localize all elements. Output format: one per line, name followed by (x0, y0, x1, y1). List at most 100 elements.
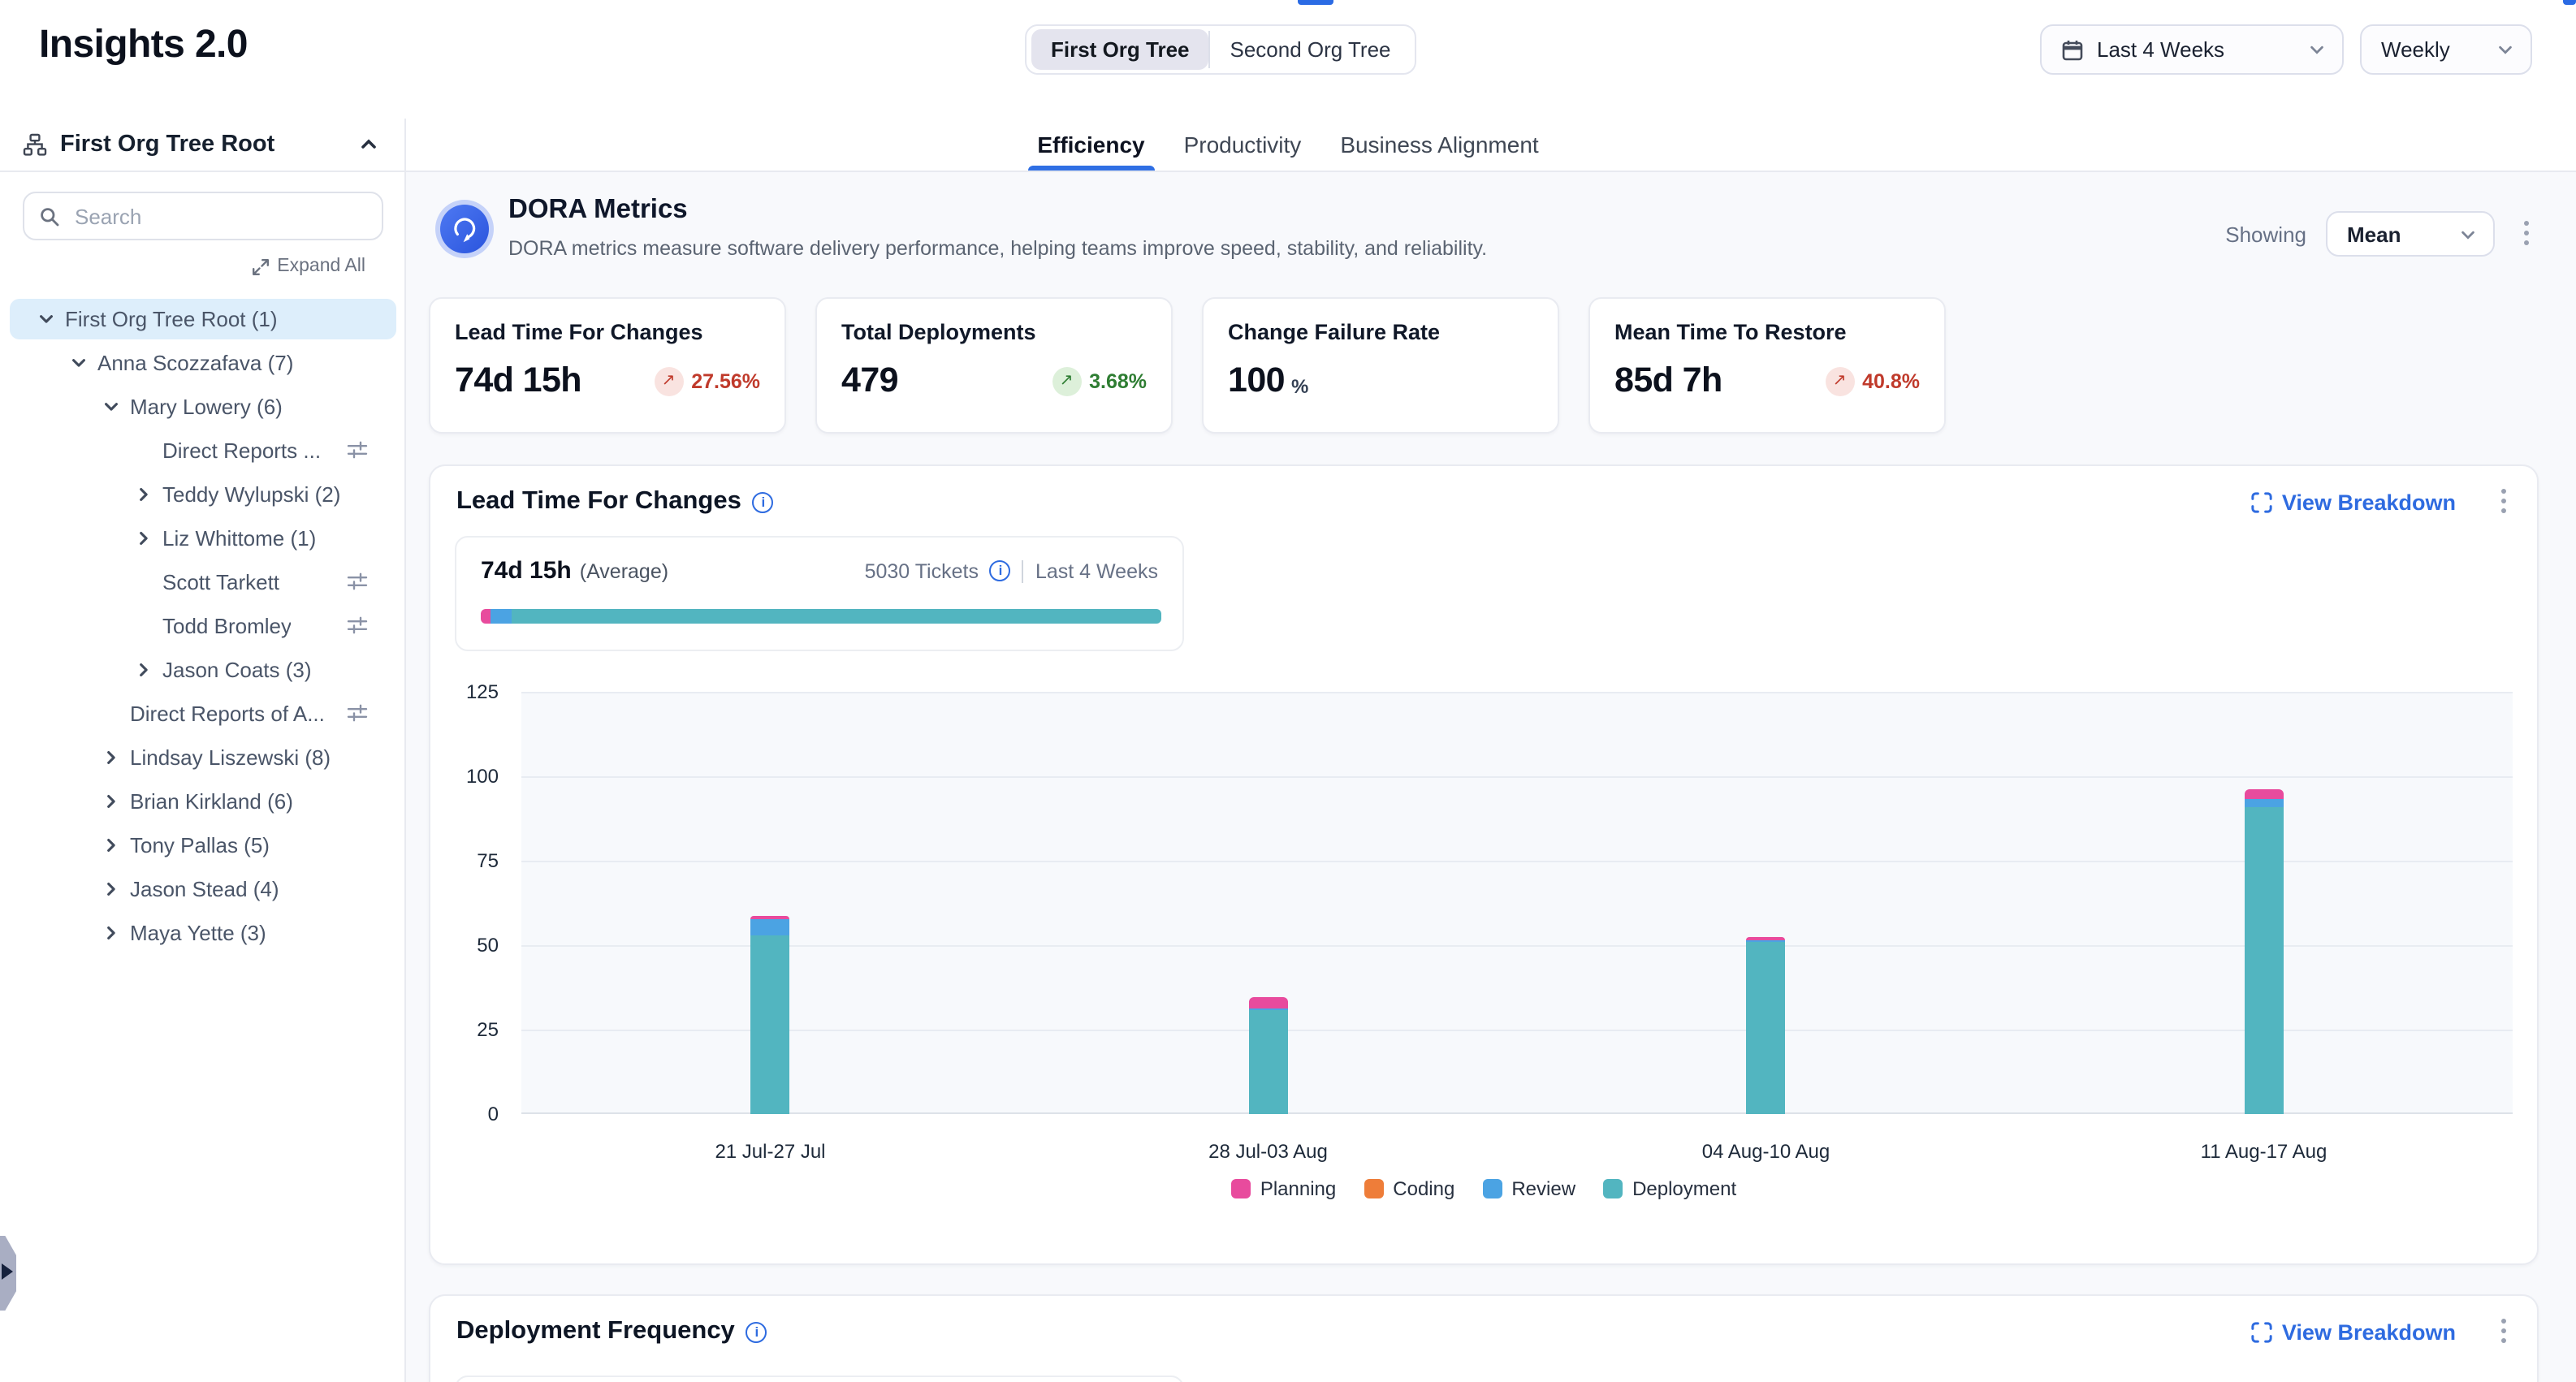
deployment-frequency-panel: Deployment Frequency View Breakdown (429, 1294, 2539, 1382)
info-icon[interactable] (753, 491, 774, 512)
chevron-down-icon[interactable] (101, 397, 120, 417)
tab-efficiency[interactable]: Efficiency (1018, 119, 1164, 171)
deployment-frequency-overflow-menu-icon[interactable] (2492, 1315, 2514, 1348)
tree-item-lindsay-liszewski-8[interactable]: Lindsay Liszewski (8) (0, 736, 406, 780)
tree-item-jason-coats-3[interactable]: Jason Coats (3) (0, 648, 406, 692)
metric-delta-value: 27.56% (691, 369, 760, 392)
dora-section-subtitle: DORA metrics measure software delivery p… (508, 237, 1487, 260)
legend-item-coding: Coding (1364, 1177, 1454, 1200)
chevron-right-icon[interactable] (133, 529, 153, 548)
aggregation-value: Mean (2347, 222, 2459, 246)
legend-label: Deployment (1632, 1177, 1736, 1200)
search-input[interactable] (71, 202, 367, 230)
aggregation-select[interactable]: Mean (2326, 211, 2495, 257)
distribution-segment-review (491, 609, 512, 624)
tickets-count: 5030 Tickets (865, 559, 979, 582)
phase-distribution-bar (481, 609, 1161, 624)
legend-label: Planning (1260, 1177, 1336, 1200)
org-tree-tab-first-org-tree[interactable]: First Org Tree (1031, 29, 1209, 70)
date-range-select[interactable]: Last 4 Weeks (2040, 24, 2344, 75)
tree-item-teddy-wylupski-2[interactable]: Teddy Wylupski (2) (0, 473, 406, 516)
tab-productivity[interactable]: Productivity (1165, 119, 1321, 171)
chevron-down-icon (2496, 41, 2514, 58)
chevron-right-icon[interactable] (133, 485, 153, 504)
filter-settings-icon[interactable] (346, 702, 369, 724)
granularity-value: Weekly (2381, 37, 2496, 62)
chevron-down-icon[interactable] (68, 353, 88, 373)
chevron-down-icon[interactable] (36, 309, 55, 329)
info-icon[interactable] (990, 560, 1011, 581)
chevron-placeholder (101, 704, 120, 723)
lead-time-view-breakdown-button[interactable]: View Breakdown (2241, 488, 2466, 516)
tree-item-direct-reports[interactable]: Direct Reports ... (0, 429, 406, 473)
page-title: Insights 2.0 (39, 23, 248, 68)
tree-item-brian-kirkland-6[interactable]: Brian Kirkland (6) (0, 780, 406, 823)
top-accent-fragment (2563, 0, 2576, 5)
sidebar-root-label: First Org Tree Root (60, 132, 343, 158)
deployment-frequency-view-breakdown-button[interactable]: View Breakdown (2241, 1318, 2466, 1345)
chevron-right-icon[interactable] (101, 748, 120, 767)
lead-time-summary-card: 74d 15h (Average) 5030 Tickets Last 4 We… (455, 536, 1184, 651)
tree-item-label: Direct Reports of A... (130, 702, 325, 726)
chevron-placeholder (133, 441, 153, 460)
gridline (521, 775, 2513, 777)
metric-card-lead-time-for-changes: Lead Time For Changes74d 15h↗27.56% (429, 297, 786, 434)
chevron-down-icon (2459, 225, 2477, 243)
org-tree-tab-second-org-tree[interactable]: Second Org Tree (1211, 29, 1411, 70)
tree-item-scott-tarkett[interactable]: Scott Tarkett (0, 560, 406, 604)
x-axis-tick-label: 21 Jul-27 Jul (657, 1140, 884, 1163)
info-icon[interactable] (746, 1321, 767, 1342)
expand-all-label: Expand All (277, 257, 365, 276)
tree-item-label: Teddy Wylupski (2) (162, 482, 340, 507)
metric-card-title: Lead Time For Changes (455, 320, 760, 344)
chevron-right-icon[interactable] (101, 879, 120, 899)
expand-all-button[interactable]: Expand All (241, 255, 375, 278)
tree-item-direct-reports-of-a[interactable]: Direct Reports of A... (0, 692, 406, 736)
y-axis-tick-label: 25 (430, 1018, 499, 1041)
chevron-right-icon[interactable] (101, 792, 120, 811)
tree-item-label: Jason Coats (3) (162, 658, 312, 682)
filter-settings-icon[interactable] (346, 438, 369, 461)
tree-item-jason-stead-4[interactable]: Jason Stead (4) (0, 867, 406, 911)
bar-segment-review (751, 920, 790, 935)
tree-item-mary-lowery-6[interactable]: Mary Lowery (6) (0, 385, 406, 429)
filter-settings-icon[interactable] (346, 614, 369, 637)
bar-segment-review (2245, 798, 2284, 806)
y-axis-tick-label: 50 (430, 934, 499, 957)
granularity-select[interactable]: Weekly (2360, 24, 2532, 75)
stacked-bar-28-jul-03-aug[interactable] (1249, 998, 1288, 1114)
legend-swatch (1482, 1179, 1502, 1198)
date-range-value: Last 4 Weeks (2097, 37, 2308, 62)
sidebar-collapse-button[interactable] (356, 132, 382, 158)
metric-delta-badge: ↗3.68% (1052, 366, 1147, 395)
tree-item-label: Scott Tarkett (162, 570, 279, 594)
metric-card-value: 479 (841, 361, 898, 401)
legend-swatch (1231, 1179, 1251, 1198)
lead-time-overflow-menu-icon[interactable] (2492, 486, 2514, 518)
tree-item-maya-yette-3[interactable]: Maya Yette (3) (0, 911, 406, 955)
insights-app: Insights 2.0 First Org TreeSecond Org Tr… (0, 0, 2576, 1382)
gridline (521, 1029, 2513, 1030)
tab-business-alignment[interactable]: Business Alignment (1320, 119, 1558, 171)
stacked-bar-11-aug-17-aug[interactable] (2245, 790, 2284, 1114)
x-axis-tick-label: 11 Aug-17 Aug (2150, 1140, 2378, 1163)
tree-item-first-org-tree-root-1[interactable]: First Org Tree Root (1) (0, 297, 406, 341)
filter-settings-icon[interactable] (346, 570, 369, 593)
legend-item-planning: Planning (1231, 1177, 1336, 1200)
deployment-frequency-header: Deployment Frequency View Breakdown (456, 1312, 2514, 1351)
bar-segment-deployment (751, 935, 790, 1114)
tree-item-label: Tony Pallas (5) (130, 833, 270, 857)
metric-card-title: Mean Time To Restore (1614, 320, 1920, 344)
tree-item-label: Direct Reports ... (162, 438, 321, 463)
tree-item-todd-bromley[interactable]: Todd Bromley (0, 604, 406, 648)
tree-item-anna-scozzafava-7[interactable]: Anna Scozzafava (7) (0, 341, 406, 385)
chevron-right-icon[interactable] (133, 660, 153, 680)
stacked-bar-21-jul-27-jul[interactable] (751, 917, 790, 1114)
tree-item-liz-whittome-1[interactable]: Liz Whittome (1) (0, 516, 406, 560)
chevron-right-icon[interactable] (101, 836, 120, 855)
trend-up-arrow-icon: ↗ (1052, 366, 1081, 395)
stacked-bar-04-aug-10-aug[interactable] (1747, 937, 1786, 1114)
dora-overflow-menu-icon[interactable] (2514, 218, 2537, 250)
chevron-right-icon[interactable] (101, 923, 120, 943)
tree-item-tony-pallas-5[interactable]: Tony Pallas (5) (0, 823, 406, 867)
